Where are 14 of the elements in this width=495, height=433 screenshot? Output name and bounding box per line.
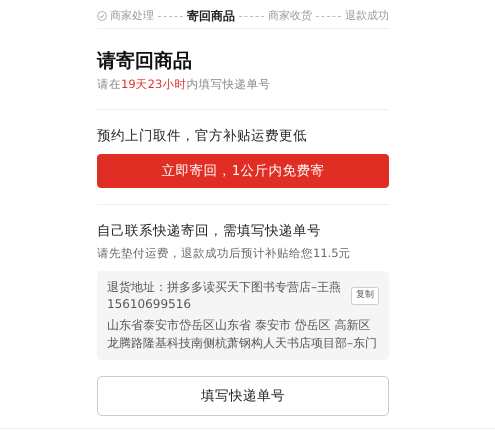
step-label: 商家处理 bbox=[110, 8, 154, 24]
page-title: 请寄回商品 bbox=[97, 49, 193, 74]
return-contact: 退货地址：拼多多读买天下图书专营店–王燕 15610699516 bbox=[107, 278, 342, 313]
copy-button[interactable]: 复制 bbox=[351, 286, 379, 305]
step-label: 退款成功 bbox=[345, 8, 389, 24]
section-heading: 自己联系快递寄回，需填写快递单号 bbox=[97, 222, 322, 241]
section-heading: 预约上门取件，官方补贴运费更低 bbox=[97, 126, 308, 146]
step-label: 商家收货 bbox=[268, 8, 312, 24]
tracking-number-button[interactable]: 填写快递单号 bbox=[97, 376, 389, 416]
deadline-text: 请在19天23小时内填写快递单号 bbox=[97, 76, 272, 92]
subsidy-note: 请先垫付运费，退款成功后预计补贴给您11.5元 bbox=[97, 245, 352, 262]
step-label: 寄回商品 bbox=[187, 8, 235, 25]
return-address: 山东省泰安市岱岳区山东省 泰安市 岱岳区 高新区龙腾路隆基科技南侧杭萧钢构人天书店项目部–东门 bbox=[107, 317, 378, 352]
send-back-button[interactable]: 立即寄回，1公斤内免费寄 bbox=[97, 154, 389, 188]
